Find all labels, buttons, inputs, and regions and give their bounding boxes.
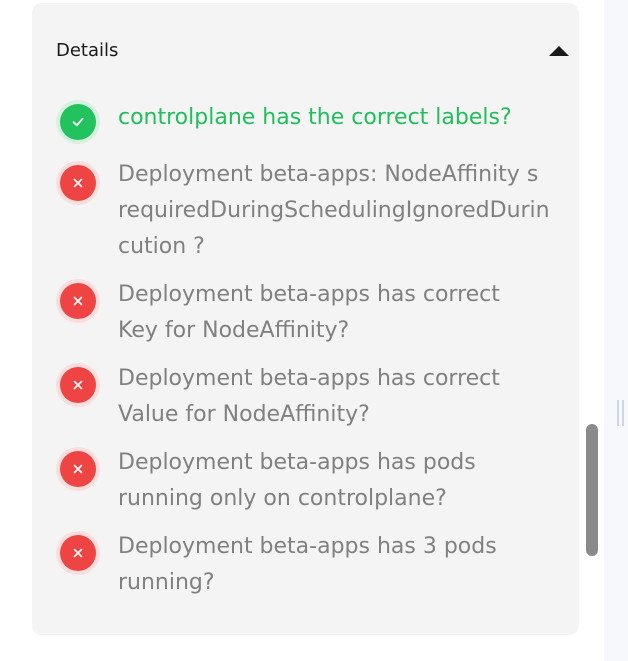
check-label-line: Value for NodeAffinity? [118, 402, 370, 427]
close-icon [60, 451, 96, 487]
check-label-line: Deployment beta-apps: NodeAffinity s [118, 162, 539, 187]
check-label: Deployment beta-apps has correct Key for… [118, 277, 579, 349]
details-page: Details controlplane has the correct lab… [0, 0, 628, 661]
check-label-line: running only on controlplane? [118, 486, 447, 511]
check-label-line: Deployment beta-apps has pods [118, 450, 476, 475]
check-icon [60, 104, 96, 140]
check-status-badge [56, 161, 100, 205]
right-pane [604, 0, 628, 661]
check-label-line: Deployment beta-apps has 3 pods [118, 534, 497, 559]
check-status-badge [56, 363, 100, 407]
check-label-line: controlplane has the correct labels? [118, 105, 512, 130]
check-label-line: cution ? [118, 234, 205, 259]
check-label: Deployment beta-apps has 3 pods running? [118, 529, 579, 601]
check-status-badge [56, 279, 100, 323]
check-label-line: running? [118, 570, 215, 595]
check-label: Deployment beta-apps has pods running on… [118, 445, 579, 517]
check-status-badge [56, 531, 100, 575]
check-status-badge [56, 447, 100, 491]
scrollbar-thumb[interactable] [586, 424, 598, 556]
caret-up-icon[interactable] [548, 43, 570, 57]
close-icon [60, 283, 96, 319]
close-icon [60, 367, 96, 403]
check-label-line: requiredDuringSchedulingIgnoredDurin [118, 198, 550, 223]
check-label: controlplane has the correct labels? [118, 100, 579, 136]
details-header[interactable]: Details [56, 39, 569, 63]
check-label: Deployment beta-apps: NodeAffinity s req… [118, 157, 579, 265]
details-title: Details [56, 40, 119, 61]
check-label-line: Deployment beta-apps has correct [118, 282, 500, 307]
check-label: Deployment beta-apps has correct Value f… [118, 361, 579, 433]
check-status-badge [56, 100, 100, 144]
details-panel: Details controlplane has the correct lab… [32, 3, 579, 635]
close-icon [60, 535, 96, 571]
resize-handle-icon[interactable] [616, 400, 626, 428]
check-label-line: Deployment beta-apps has correct [118, 366, 500, 391]
close-icon [60, 165, 96, 201]
check-label-line: Key for NodeAffinity? [118, 318, 350, 343]
